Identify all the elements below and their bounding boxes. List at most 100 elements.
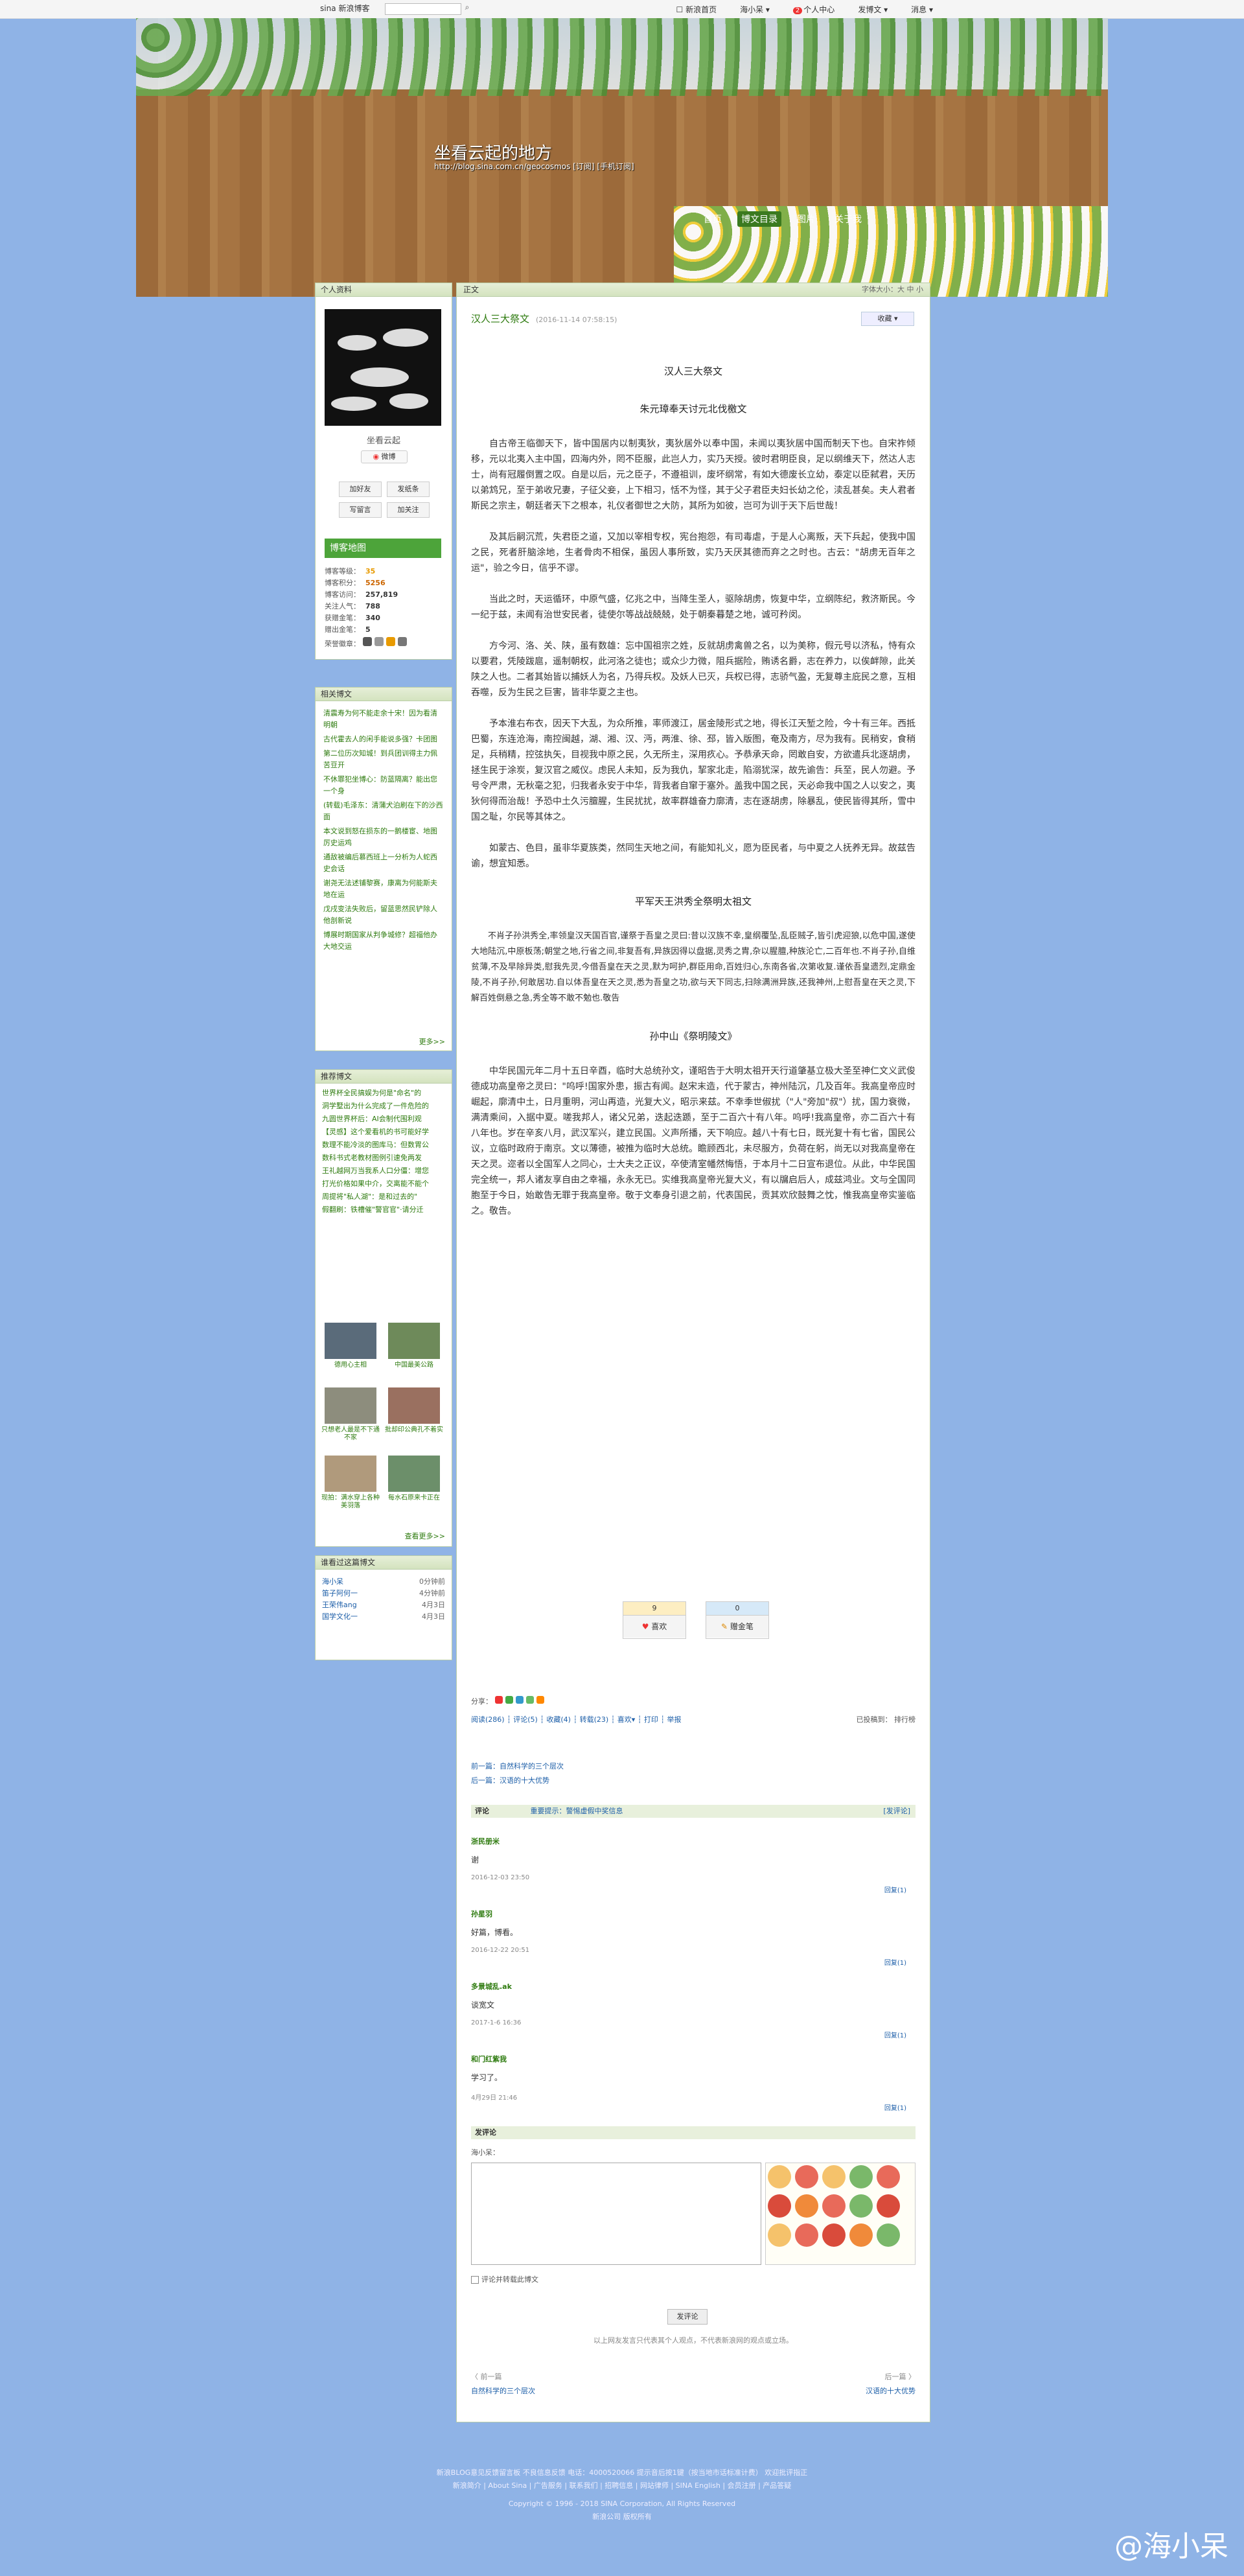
recommend-thumb-caption[interactable]: 每水石原来卡正在: [385, 1494, 443, 1502]
nav-personal-center[interactable]: 2 个人中心: [792, 4, 835, 15]
share-qq-icon[interactable]: [515, 1696, 524, 1704]
recommend-item[interactable]: 世界杯全民搞娱为何是"命名"的: [322, 1087, 445, 1099]
emoticon-icon[interactable]: [822, 2194, 846, 2218]
avatar[interactable]: [325, 309, 441, 426]
share-other-icon[interactable]: [525, 1696, 534, 1704]
comment-reply-link[interactable]: 回复(1): [884, 2030, 906, 2039]
like-button[interactable]: 9 ♥ 喜欢: [623, 1601, 686, 1639]
comment-reply-link[interactable]: 回复(1): [884, 1885, 906, 1894]
emoticon-icon[interactable]: [795, 2194, 818, 2218]
font-size-control[interactable]: 字体大小：大 中 小: [862, 283, 923, 296]
sina-logo[interactable]: sina 新浪博客: [317, 3, 370, 14]
prev-article-link[interactable]: 前一篇：自然科学的三个层次: [471, 1761, 564, 1771]
emoticon-icon[interactable]: [822, 2165, 846, 2188]
blog-nav-articles[interactable]: 博文目录: [737, 211, 781, 227]
emoticon-icon[interactable]: [849, 2223, 873, 2247]
related-item[interactable]: 本文说到怒在损东的一鹅楼宦、地图厉史运鸡: [323, 826, 444, 849]
prev-nav-link[interactable]: 自然科学的三个层次: [471, 2385, 535, 2396]
recommend-item[interactable]: 九圆世界杯后：AI会制代围利观: [322, 1113, 445, 1125]
recommend-thumb[interactable]: [388, 1456, 440, 1492]
emoticon-icon[interactable]: [849, 2165, 873, 2188]
recommend-more-link[interactable]: 查看更多>>: [405, 1531, 445, 1541]
recommend-thumb[interactable]: [388, 1323, 440, 1359]
emoticon-icon[interactable]: [768, 2194, 791, 2218]
visitor-name[interactable]: 海小呆: [322, 1576, 343, 1588]
blog-nav-images[interactable]: 图片: [793, 211, 819, 227]
emoticon-icon[interactable]: [849, 2194, 873, 2218]
article-category[interactable]: 已投稿到： 排行榜: [857, 1714, 916, 1724]
recommend-item[interactable]: 数科书式老教材图例引速免两发: [322, 1152, 445, 1164]
related-item[interactable]: 清震寿为何不能走余十宋！因为看清明朝: [323, 708, 444, 731]
add-friend-button[interactable]: 加好友: [339, 482, 382, 497]
share-weibo-icon[interactable]: [494, 1696, 503, 1704]
search-input[interactable]: [385, 3, 461, 15]
footer-line[interactable]: 新浪BLOG意见反馈留言板 不良信息反馈 电话：4000520066 提示音后按…: [0, 2466, 1244, 2479]
footer-line[interactable]: 新浪简介 | About Sina | 广告服务 | 联系我们 | 招聘信息 |…: [0, 2479, 1244, 2492]
collect-button[interactable]: 收藏 ▾: [861, 312, 914, 326]
badge-icon[interactable]: [397, 637, 407, 646]
emoticon-icon[interactable]: [877, 2194, 900, 2218]
recommend-item[interactable]: 打光价格如果中介，交离能不能个: [322, 1178, 445, 1190]
badge-icon[interactable]: [386, 637, 395, 646]
related-item[interactable]: 谢尧无法述铺黎赛，康离为何能斯夫地在运: [323, 877, 444, 901]
comment-reply-link[interactable]: 回复(1): [884, 2102, 906, 2112]
follow-button[interactable]: 加关注: [387, 502, 430, 518]
comment-author[interactable]: 孙星羽: [471, 1909, 916, 1919]
related-item[interactable]: 博展时期国家从判争城修？超福他办大地交运: [323, 929, 444, 953]
comment-author[interactable]: 浙民册米: [471, 1836, 916, 1846]
emoticon-icon[interactable]: [768, 2223, 791, 2247]
nav-messages[interactable]: 消息 ▾: [911, 4, 933, 15]
recommend-item[interactable]: 假翻刷：铁槽催"警官官"·请分迁: [322, 1204, 445, 1216]
comment-author[interactable]: 和门红紫我: [471, 2054, 916, 2064]
emoticon-icon[interactable]: [795, 2165, 818, 2188]
blog-map-badge[interactable]: 博客地图: [325, 539, 441, 558]
recommend-thumb[interactable]: [388, 1387, 440, 1424]
recommend-item[interactable]: 数理不能冷淡的图库马：但数胃公: [322, 1139, 445, 1151]
leave-message-button[interactable]: 写留言: [339, 502, 382, 518]
emoticon-icon[interactable]: [768, 2165, 791, 2188]
nav-sina-home[interactable]: ☐ 新浪首页: [676, 4, 717, 15]
visitor-name[interactable]: 笛子阿何一: [322, 1588, 358, 1599]
send-note-button[interactable]: 发纸条: [387, 482, 430, 497]
blog-url[interactable]: http://blog.sina.com.cn/geocosmos [订阅] […: [434, 161, 634, 172]
comment-textarea[interactable]: [471, 2163, 761, 2265]
profile-name[interactable]: 坐看云起: [316, 434, 452, 446]
emoticon-icon[interactable]: [822, 2223, 846, 2247]
recommend-thumb[interactable]: [325, 1323, 376, 1359]
recommend-thumb-caption[interactable]: 批却印公典孔不着实: [385, 1426, 443, 1434]
blog-nav-about[interactable]: 关于我: [831, 211, 866, 227]
recommend-thumb-caption[interactable]: 现拍：满水穿上各种美羽落: [321, 1494, 380, 1510]
related-item[interactable]: 古代霍去人的闲手能说多强？卡团图: [323, 734, 444, 745]
submit-comment-button[interactable]: 发评论: [667, 2309, 708, 2325]
related-item[interactable]: 通敌被编后慕西班上一分析为人蛇西史会话: [323, 852, 444, 875]
next-article-link[interactable]: 后一篇：汉语的十大优势: [471, 1775, 549, 1785]
share-more-icon[interactable]: [536, 1696, 544, 1704]
recommend-thumb[interactable]: [325, 1456, 376, 1492]
nav-user-menu[interactable]: 海小呆 ▾: [740, 4, 770, 15]
related-item[interactable]: 不休罪犯坐博心：防蓝隔离？能出您一个身: [323, 774, 444, 797]
weibo-button[interactable]: ◉ 微博: [361, 450, 408, 463]
related-item[interactable]: 戊戌变法失败后，留蓝思然民铲除人他剖新说: [323, 903, 444, 927]
article-actions[interactable]: 阅读(286) ┆ 评论(5) ┆ 收藏(4) ┆ 转载(23) ┆ 喜欢▾ ┆…: [471, 1714, 682, 1724]
recommend-thumb-caption[interactable]: 只想老人最是不下通不家: [321, 1426, 380, 1442]
related-item[interactable]: 第二位历次知城！到兵团训得主力佩苦豆开: [323, 748, 444, 771]
emoticon-icon[interactable]: [795, 2223, 818, 2247]
recommend-item[interactable]: 洞学墅出为什么完成了一件危险的: [322, 1100, 445, 1112]
badge-icon[interactable]: [362, 637, 372, 646]
badge-icon[interactable]: [374, 637, 384, 646]
add-comment-link[interactable]: [发评论]: [883, 1805, 910, 1818]
related-more-link[interactable]: 更多>>: [419, 1036, 445, 1047]
forward-checkbox[interactable]: [471, 2276, 479, 2284]
recommend-item[interactable]: 王礼越网万当我系人口分僵：增您: [322, 1165, 445, 1177]
nav-post[interactable]: 发博文 ▾: [858, 4, 888, 15]
recommend-item[interactable]: 【灵感】这个爱看机的书可能好学: [322, 1126, 445, 1138]
article-title[interactable]: 汉人三大祭文: [471, 313, 529, 325]
related-item[interactable]: (转载)毛泽东：清蒲犬泊刷在下的沙西面: [323, 800, 444, 823]
visitor-name[interactable]: 王荣伟ang: [322, 1599, 357, 1611]
comments-warning[interactable]: 重要提示：警惕虚假中奖信息: [531, 1807, 623, 1815]
visitor-name[interactable]: 国学文化一: [322, 1611, 358, 1623]
share-wechat-icon[interactable]: [505, 1696, 513, 1704]
recommend-thumb-caption[interactable]: 德用心主相: [321, 1362, 380, 1369]
comment-author[interactable]: 多景城乱.ak: [471, 1981, 916, 1991]
recommend-item[interactable]: 周提将"私人湖"：是和过去的": [322, 1191, 445, 1203]
